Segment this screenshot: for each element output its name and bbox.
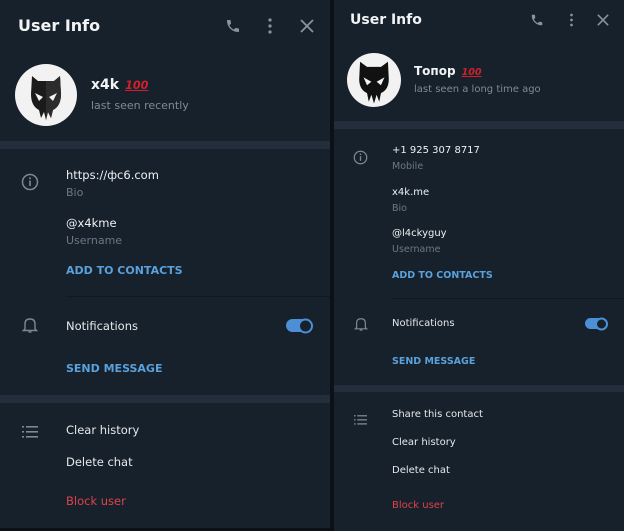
more-vertical-icon[interactable]: [562, 11, 580, 29]
profile-name-text: x4k: [91, 77, 120, 93]
add-to-contacts-button[interactable]: ADD TO CONTACTS: [392, 270, 493, 281]
user-info-panel-right: User Info Топор 100 last seen a long time…: [334, 0, 624, 531]
row-divider: [392, 298, 624, 299]
section-divider: [0, 141, 330, 149]
section-divider: [0, 395, 330, 403]
toggle-knob: [298, 318, 313, 333]
clear-history-button[interactable]: Clear history: [392, 437, 456, 448]
phone-label: Mobile: [392, 161, 424, 172]
hundred-points-emoji: 100: [125, 79, 149, 92]
info-icon: [353, 150, 368, 169]
username-value[interactable]: @l4ckyguy: [392, 228, 447, 239]
username-label: Username: [392, 244, 441, 255]
share-contact-button[interactable]: Share this contact: [392, 409, 483, 420]
delete-chat-button[interactable]: Delete chat: [392, 465, 450, 476]
row-divider: [66, 296, 330, 297]
user-info-panel-left: User Info x4k 100 last seen recently http…: [0, 0, 330, 528]
username-value[interactable]: @x4kme: [66, 216, 117, 230]
more-vertical-icon[interactable]: [260, 16, 280, 36]
bio-value[interactable]: https://фс6.com: [66, 168, 159, 182]
delete-chat-button[interactable]: Delete chat: [66, 455, 133, 469]
send-message-button[interactable]: SEND MESSAGE: [66, 362, 162, 375]
notifications-toggle[interactable]: [585, 317, 608, 330]
notifications-label: Notifications: [392, 318, 455, 329]
list-icon: [22, 423, 38, 442]
block-user-button[interactable]: Block user: [392, 500, 444, 511]
list-icon: [354, 410, 367, 429]
mask-avatar-image: [31, 76, 61, 120]
notifications-label: Notifications: [66, 319, 138, 333]
close-icon[interactable]: [297, 16, 317, 36]
profile-name-text: Топор: [414, 64, 456, 78]
bell-icon: [353, 316, 369, 336]
hundred-points-emoji: 100: [461, 67, 482, 78]
panel-title: User Info: [350, 12, 422, 28]
phone-icon[interactable]: [223, 16, 243, 36]
add-to-contacts-button[interactable]: ADD TO CONTACTS: [66, 264, 183, 277]
avatar[interactable]: [347, 53, 401, 107]
bell-icon: [21, 316, 39, 338]
phone-icon[interactable]: [528, 11, 546, 29]
section-divider: [334, 385, 624, 392]
block-user-button[interactable]: Block user: [66, 494, 126, 508]
info-icon: [21, 173, 39, 195]
bio-label: Bio: [66, 186, 84, 199]
panel-title: User Info: [18, 16, 101, 35]
avatar[interactable]: [15, 64, 77, 126]
profile-name: x4k 100: [91, 77, 148, 93]
send-message-button[interactable]: SEND MESSAGE: [392, 356, 475, 367]
phone-value[interactable]: +1 925 307 8717: [392, 145, 480, 156]
username-label: Username: [66, 234, 123, 247]
bio-value[interactable]: x4k.me: [392, 187, 429, 198]
toggle-knob: [595, 317, 608, 330]
bio-label: Bio: [392, 203, 407, 214]
notifications-toggle[interactable]: [286, 318, 313, 333]
mask-avatar-image: [359, 61, 389, 104]
close-icon[interactable]: [594, 11, 612, 29]
clear-history-button[interactable]: Clear history: [66, 423, 139, 437]
last-seen-status: last seen recently: [91, 99, 189, 112]
section-divider: [334, 121, 624, 129]
last-seen-status: last seen a long time ago: [414, 84, 541, 95]
profile-name: Топор 100: [414, 64, 482, 78]
